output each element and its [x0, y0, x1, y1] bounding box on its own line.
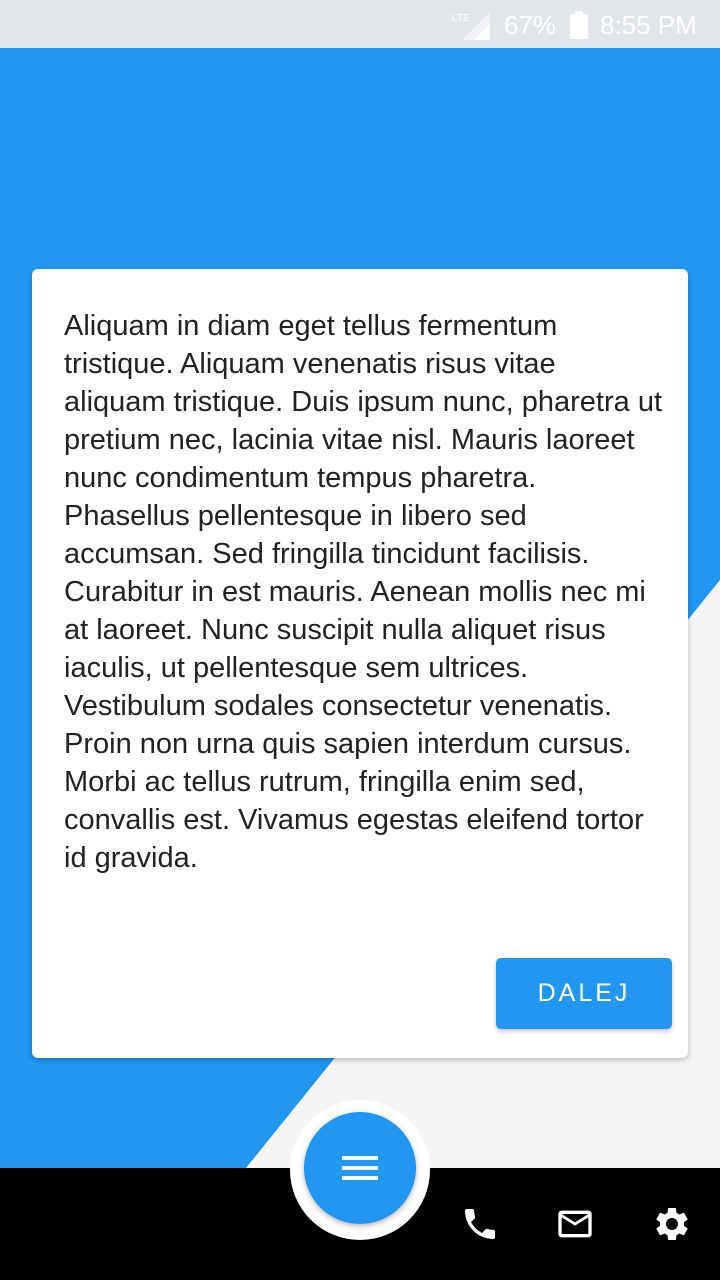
battery-percentage: 67%	[504, 10, 557, 40]
mail-icon[interactable]	[555, 1204, 595, 1244]
svg-text:LTE: LTE	[452, 13, 470, 24]
battery-icon	[570, 11, 588, 39]
phone-icon[interactable]	[460, 1204, 500, 1244]
menu-icon	[342, 1156, 378, 1180]
lte-signal-icon: LTE	[452, 12, 490, 40]
clock: 8:55 PM	[600, 10, 697, 40]
next-button[interactable]: DALEJ	[496, 958, 672, 1029]
menu-fab-button[interactable]	[304, 1112, 416, 1224]
gear-icon[interactable]	[652, 1204, 692, 1244]
status-bar: LTE 67% 8:55 PM	[0, 0, 720, 48]
card-body-text: Aliquam in diam eget tellus fermentum tr…	[64, 310, 663, 874]
content-card: Aliquam in diam eget tellus fermentum tr…	[32, 269, 688, 1058]
